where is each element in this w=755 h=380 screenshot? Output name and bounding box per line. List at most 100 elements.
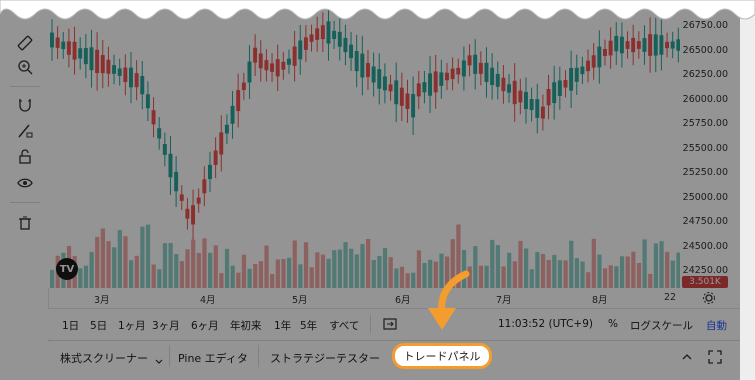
- zoom-in-icon[interactable]: [14, 56, 36, 78]
- range-5d[interactable]: 5日: [90, 318, 107, 333]
- candle: [253, 34, 258, 77]
- volume-bar: [524, 248, 529, 288]
- candle: [281, 51, 286, 80]
- volume-bar: [371, 259, 376, 288]
- settings-icon[interactable]: [702, 290, 716, 309]
- candle: [535, 83, 540, 134]
- range-1d[interactable]: 1日: [62, 318, 79, 333]
- price-axis[interactable]: 26750.00 26500.00 26250.00 26000.00 2575…: [680, 0, 740, 288]
- candle: [360, 35, 365, 96]
- volume-bar: [569, 240, 574, 288]
- range-all[interactable]: すべて: [329, 318, 359, 333]
- candle: [162, 132, 167, 167]
- volume-bar: [309, 267, 314, 288]
- candle: [467, 44, 472, 77]
- tradingview-logo: TV: [56, 258, 78, 280]
- candle: [529, 87, 534, 122]
- candle: [405, 79, 410, 123]
- candle: [625, 31, 630, 59]
- eye-icon[interactable]: [14, 172, 36, 194]
- volume-bar: [597, 254, 602, 288]
- range-5y[interactable]: 5年: [300, 318, 317, 333]
- candle: [179, 185, 184, 211]
- clock: 11:03:52 (UTC+9): [498, 318, 593, 330]
- scrollbar[interactable]: [740, 0, 755, 380]
- lock-pencil-icon[interactable]: [14, 120, 36, 142]
- candle: [196, 188, 201, 213]
- volume-bar: [591, 238, 596, 288]
- range-ytd[interactable]: 年初来: [230, 318, 262, 333]
- volume-bar: [507, 252, 512, 288]
- volume-bar: [580, 261, 585, 288]
- candle: [450, 57, 455, 91]
- volume-bar: [162, 243, 168, 288]
- candle: [382, 63, 387, 104]
- candle: [343, 24, 348, 66]
- volume-bar: [320, 254, 326, 288]
- volume-bar: [636, 263, 642, 288]
- price-tick: 26000.00: [682, 94, 728, 105]
- volume-bar: [196, 252, 201, 288]
- candle: [140, 60, 145, 110]
- magnet-icon[interactable]: [14, 94, 36, 116]
- tab-pine-editor[interactable]: Pine エディタ: [178, 350, 248, 366]
- fullscreen-icon[interactable]: [708, 349, 722, 368]
- auto-scale-toggle[interactable]: 自動: [706, 318, 727, 333]
- candle: [507, 74, 512, 103]
- lock-icon[interactable]: [14, 146, 36, 168]
- price-tick: 26500.00: [682, 45, 728, 56]
- volume-bar: [253, 263, 258, 288]
- candle: [591, 43, 596, 80]
- chevron-down-icon[interactable]: [154, 352, 164, 371]
- candle: [597, 30, 602, 84]
- candle: [303, 25, 308, 63]
- chevron-up-icon[interactable]: [680, 349, 694, 368]
- candle: [569, 50, 574, 108]
- volume-bar: [540, 253, 546, 288]
- replay-icon[interactable]: [382, 316, 398, 336]
- range-3m[interactable]: 3ヶ月: [152, 318, 180, 333]
- volume-bar: [134, 255, 139, 288]
- volume-bar: [100, 228, 106, 288]
- candle: [157, 117, 162, 150]
- candle: [213, 137, 218, 179]
- volume-bar: [332, 250, 337, 288]
- candle: [608, 27, 613, 69]
- candle: [416, 70, 421, 109]
- volume-bar: [546, 259, 551, 288]
- candle: [202, 166, 207, 207]
- volume-bar: [83, 265, 89, 288]
- log-scale-toggle[interactable]: ログスケール: [630, 318, 693, 333]
- volume-bar: [349, 248, 354, 288]
- candle: [224, 114, 229, 144]
- ruler-icon[interactable]: [14, 32, 36, 54]
- tab-trade-panel[interactable]: トレードパネル: [392, 343, 492, 369]
- volume-bar: [648, 273, 653, 288]
- candle: [461, 46, 466, 91]
- candle: [236, 73, 241, 128]
- volume-bar: [123, 236, 128, 288]
- candle: [563, 70, 568, 98]
- candle: [258, 40, 263, 82]
- range-6m[interactable]: 6ヶ月: [191, 318, 219, 333]
- volume-bar: [129, 260, 134, 288]
- range-1y[interactable]: 1年: [274, 318, 291, 333]
- range-1m[interactable]: 1ヶ月: [118, 318, 146, 333]
- candle: [445, 62, 449, 91]
- candle: [512, 63, 517, 122]
- time-tick: 5月: [292, 295, 308, 306]
- volume-bar: [292, 240, 297, 288]
- candle: [377, 53, 382, 105]
- volume-bar: [145, 224, 151, 288]
- volume-bar: [191, 239, 196, 288]
- tab-strategy-tester[interactable]: ストラテジーテスター: [270, 350, 380, 366]
- volume-bar: [241, 254, 247, 288]
- tab-stock-screener[interactable]: 株式スクリーナー: [60, 350, 148, 366]
- volume-bar: [270, 273, 275, 288]
- tab-trade-panel-label: トレードパネル: [403, 350, 481, 363]
- percent-toggle[interactable]: %: [608, 318, 618, 330]
- chart-pane[interactable]: TV: [48, 0, 681, 288]
- current-price-tag: 3.501K: [682, 276, 728, 288]
- trash-icon[interactable]: [14, 212, 36, 234]
- time-tick: 6月: [395, 295, 411, 306]
